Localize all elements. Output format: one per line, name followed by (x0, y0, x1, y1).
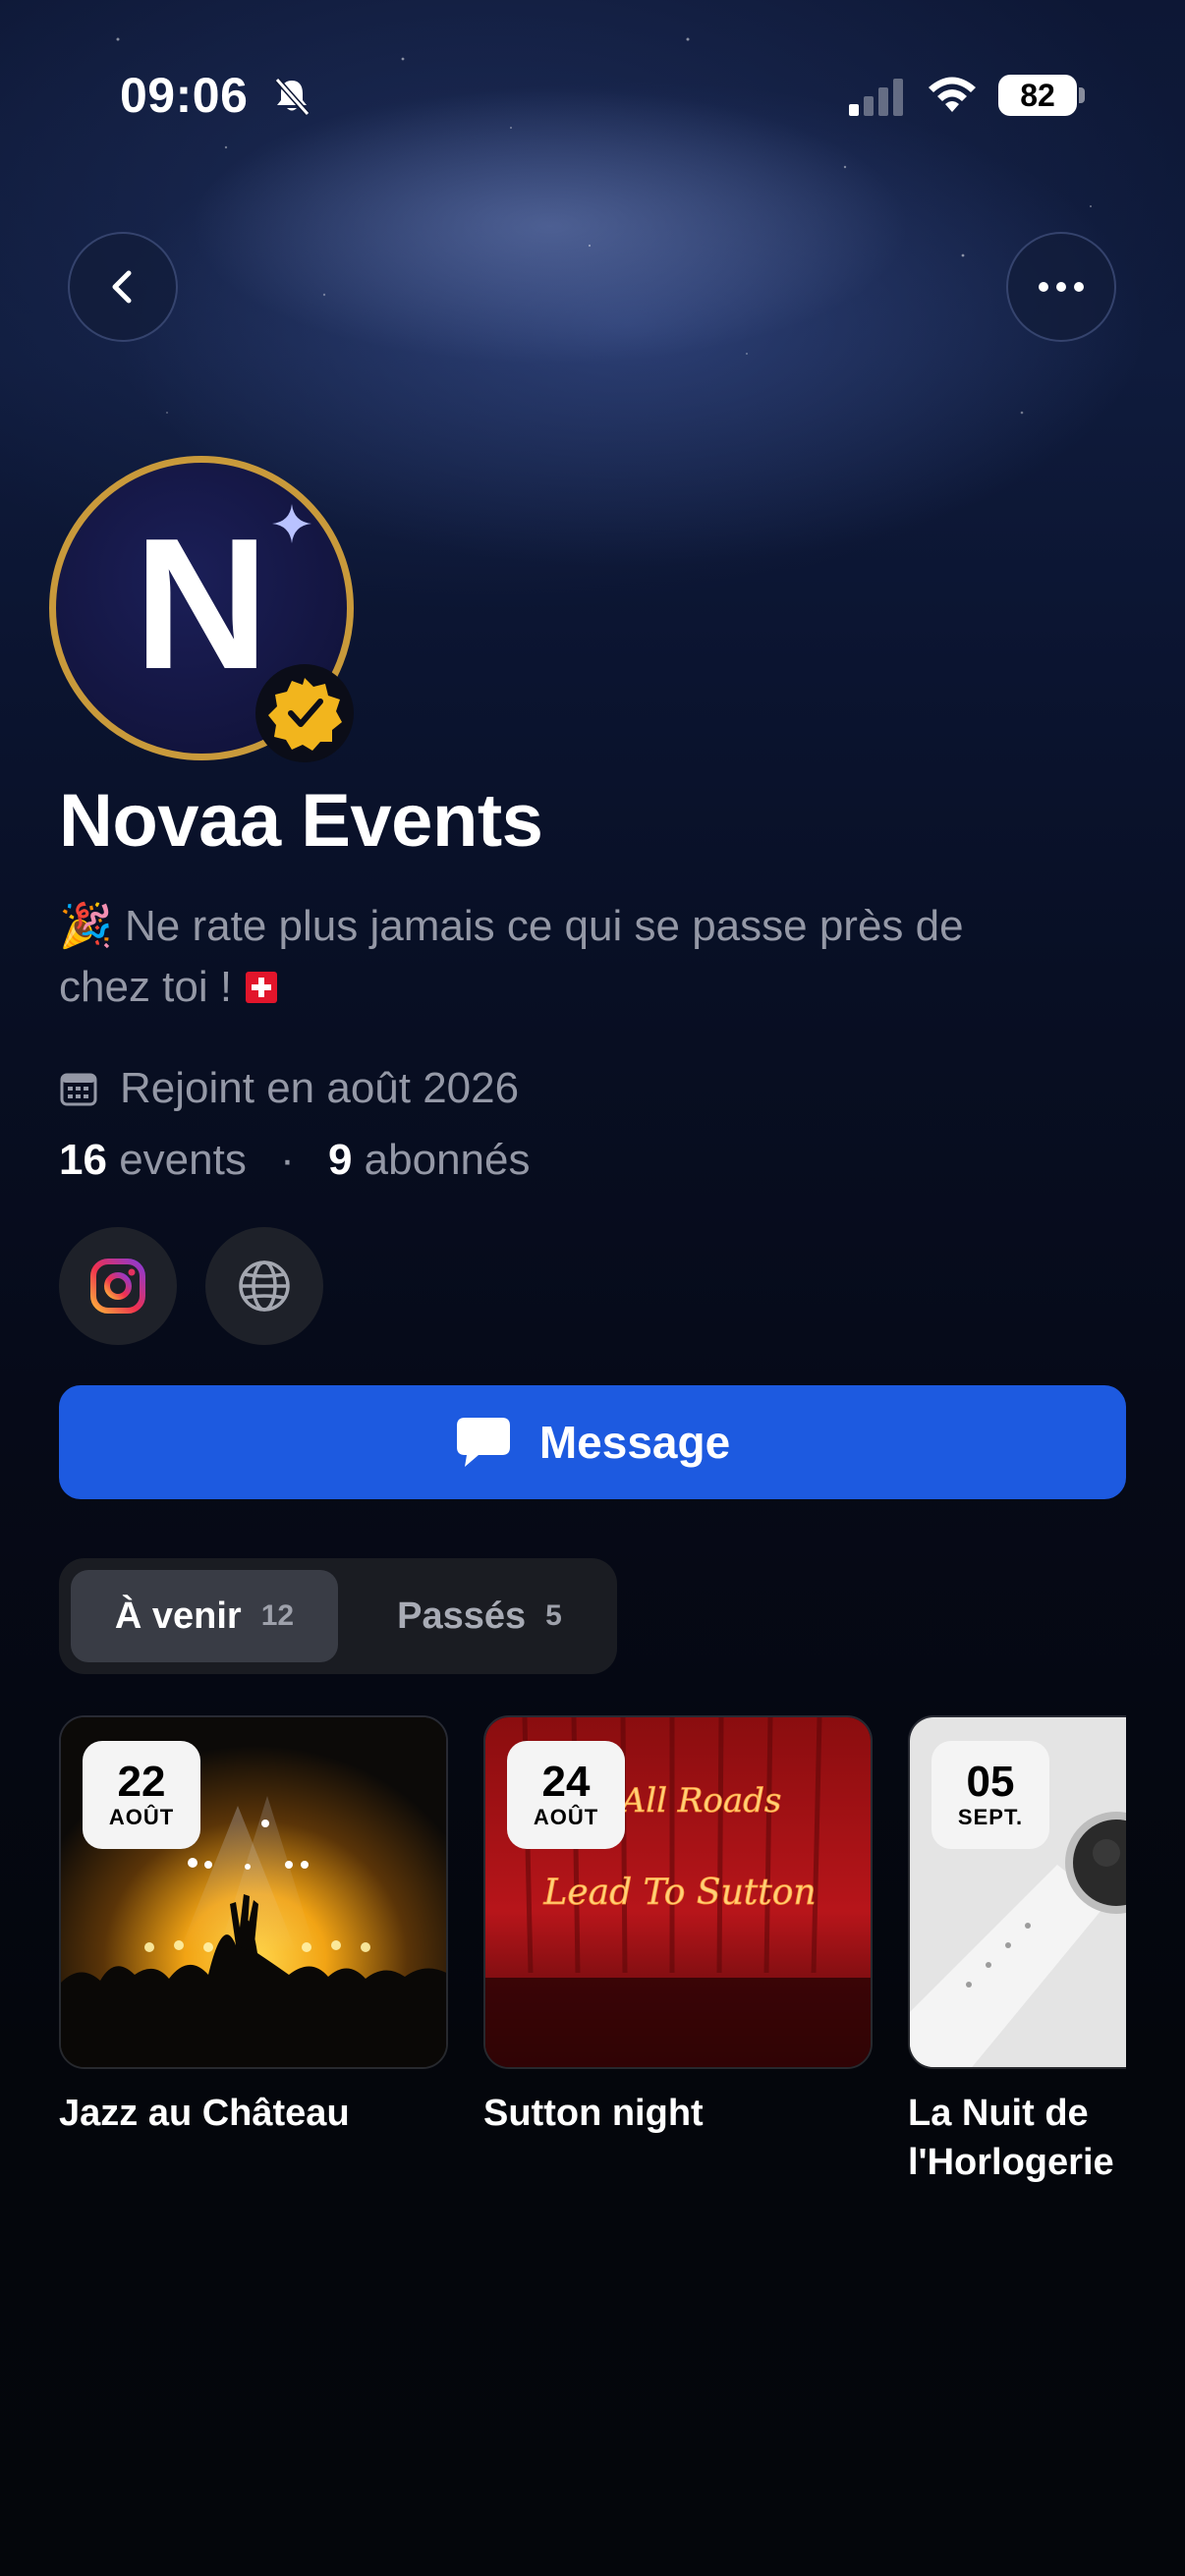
profile-name: Novaa Events (59, 779, 543, 863)
instagram-link-button[interactable] (59, 1227, 177, 1345)
ellipsis-icon (1039, 282, 1084, 292)
event-card-sutton[interactable]: All Roads Lead To Sutton 24 AOÛT Sutton … (483, 1715, 873, 2138)
event-image-watch: 05 SEPT. (908, 1715, 1126, 2069)
verified-badge-icon (255, 664, 354, 762)
event-date-badge: 24 AOÛT (507, 1741, 625, 1849)
tab-past[interactable]: Passés 5 (354, 1570, 605, 1662)
battery-tip (1079, 87, 1085, 103)
back-button[interactable] (68, 232, 178, 342)
event-image-neon-curtain: All Roads Lead To Sutton 24 AOÛT (483, 1715, 873, 2069)
website-link-button[interactable] (205, 1227, 323, 1345)
event-date-day: 24 (541, 1758, 591, 1806)
followers-label[interactable]: abonnés (365, 1136, 531, 1184)
event-date-badge: 22 AOÛT (83, 1741, 200, 1849)
profile-stats: 16 events · 9 abonnés (59, 1136, 531, 1185)
stats-separator: · (280, 1136, 295, 1184)
sparkle-icon (272, 504, 311, 543)
joined-text: Rejoint en août 2026 (120, 1064, 520, 1112)
party-popper-emoji: 🎉 (59, 901, 113, 951)
status-time: 09:06 (120, 68, 249, 123)
message-button[interactable]: Message (59, 1385, 1126, 1499)
event-date-badge: 05 SEPT. (931, 1741, 1049, 1849)
tab-upcoming[interactable]: À venir 12 (71, 1570, 338, 1662)
followers-count[interactable]: 9 (328, 1136, 352, 1184)
tab-past-label: Passés (397, 1595, 527, 1637)
neon-text-line2: Lead To Sutton (542, 1873, 816, 1913)
status-bar: 09:06 82 (0, 0, 1185, 196)
neon-text-line1: All Roads (619, 1781, 782, 1820)
cellular-signal-icon (849, 79, 903, 116)
swiss-flag-icon (246, 972, 278, 1003)
bio-text: Ne rate plus jamais ce qui se passe près… (59, 902, 964, 1011)
events-label: events (119, 1136, 247, 1184)
event-card-horlogerie[interactable]: 05 SEPT. La Nuit de l'Horlogerie (908, 1715, 1126, 2187)
instagram-icon (90, 1259, 145, 1314)
event-date-month: SEPT. (957, 1805, 1024, 1829)
calendar-icon (60, 1073, 97, 1106)
event-date-month: AOÛT (533, 1805, 599, 1829)
event-title: Sutton night (483, 2093, 704, 2134)
event-title: Jazz au Château (59, 2093, 350, 2134)
profile-bio: 🎉 Ne rate plus jamais ce qui se passe pr… (59, 896, 1061, 1018)
event-date-day: 22 (117, 1758, 166, 1806)
events-carousel[interactable]: 22 AOÛT Jazz au Château All Roads Lead T… (59, 1715, 1126, 2207)
event-title: La Nuit de l'Horlogerie (908, 2089, 1126, 2187)
wifi-icon (929, 77, 976, 112)
tab-past-count: 5 (545, 1599, 562, 1632)
event-date-month: AOÛT (108, 1805, 175, 1829)
events-tabs: À venir 12 Passés 5 (59, 1558, 617, 1674)
globe-icon (239, 1260, 290, 1312)
battery-level: 82 (998, 75, 1077, 116)
event-card-jazz[interactable]: 22 AOÛT Jazz au Château (59, 1715, 448, 2138)
event-date-day: 05 (966, 1758, 1015, 1806)
tab-upcoming-count: 12 (260, 1599, 295, 1632)
tab-upcoming-label: À venir (114, 1595, 242, 1637)
event-title-line2: l'Horlogerie (908, 2142, 1114, 2183)
event-title-line1: La Nuit de (908, 2093, 1089, 2134)
more-options-button[interactable] (1006, 232, 1116, 342)
bell-muted-icon (274, 78, 310, 116)
message-button-label: Message (538, 1417, 731, 1468)
chevron-left-icon (112, 270, 132, 304)
event-image-concert: 22 AOÛT (59, 1715, 448, 2069)
joined-date: Rejoint en août 2026 (59, 1064, 519, 1113)
events-count: 16 (59, 1136, 107, 1184)
chat-bubble-icon (456, 1418, 510, 1467)
